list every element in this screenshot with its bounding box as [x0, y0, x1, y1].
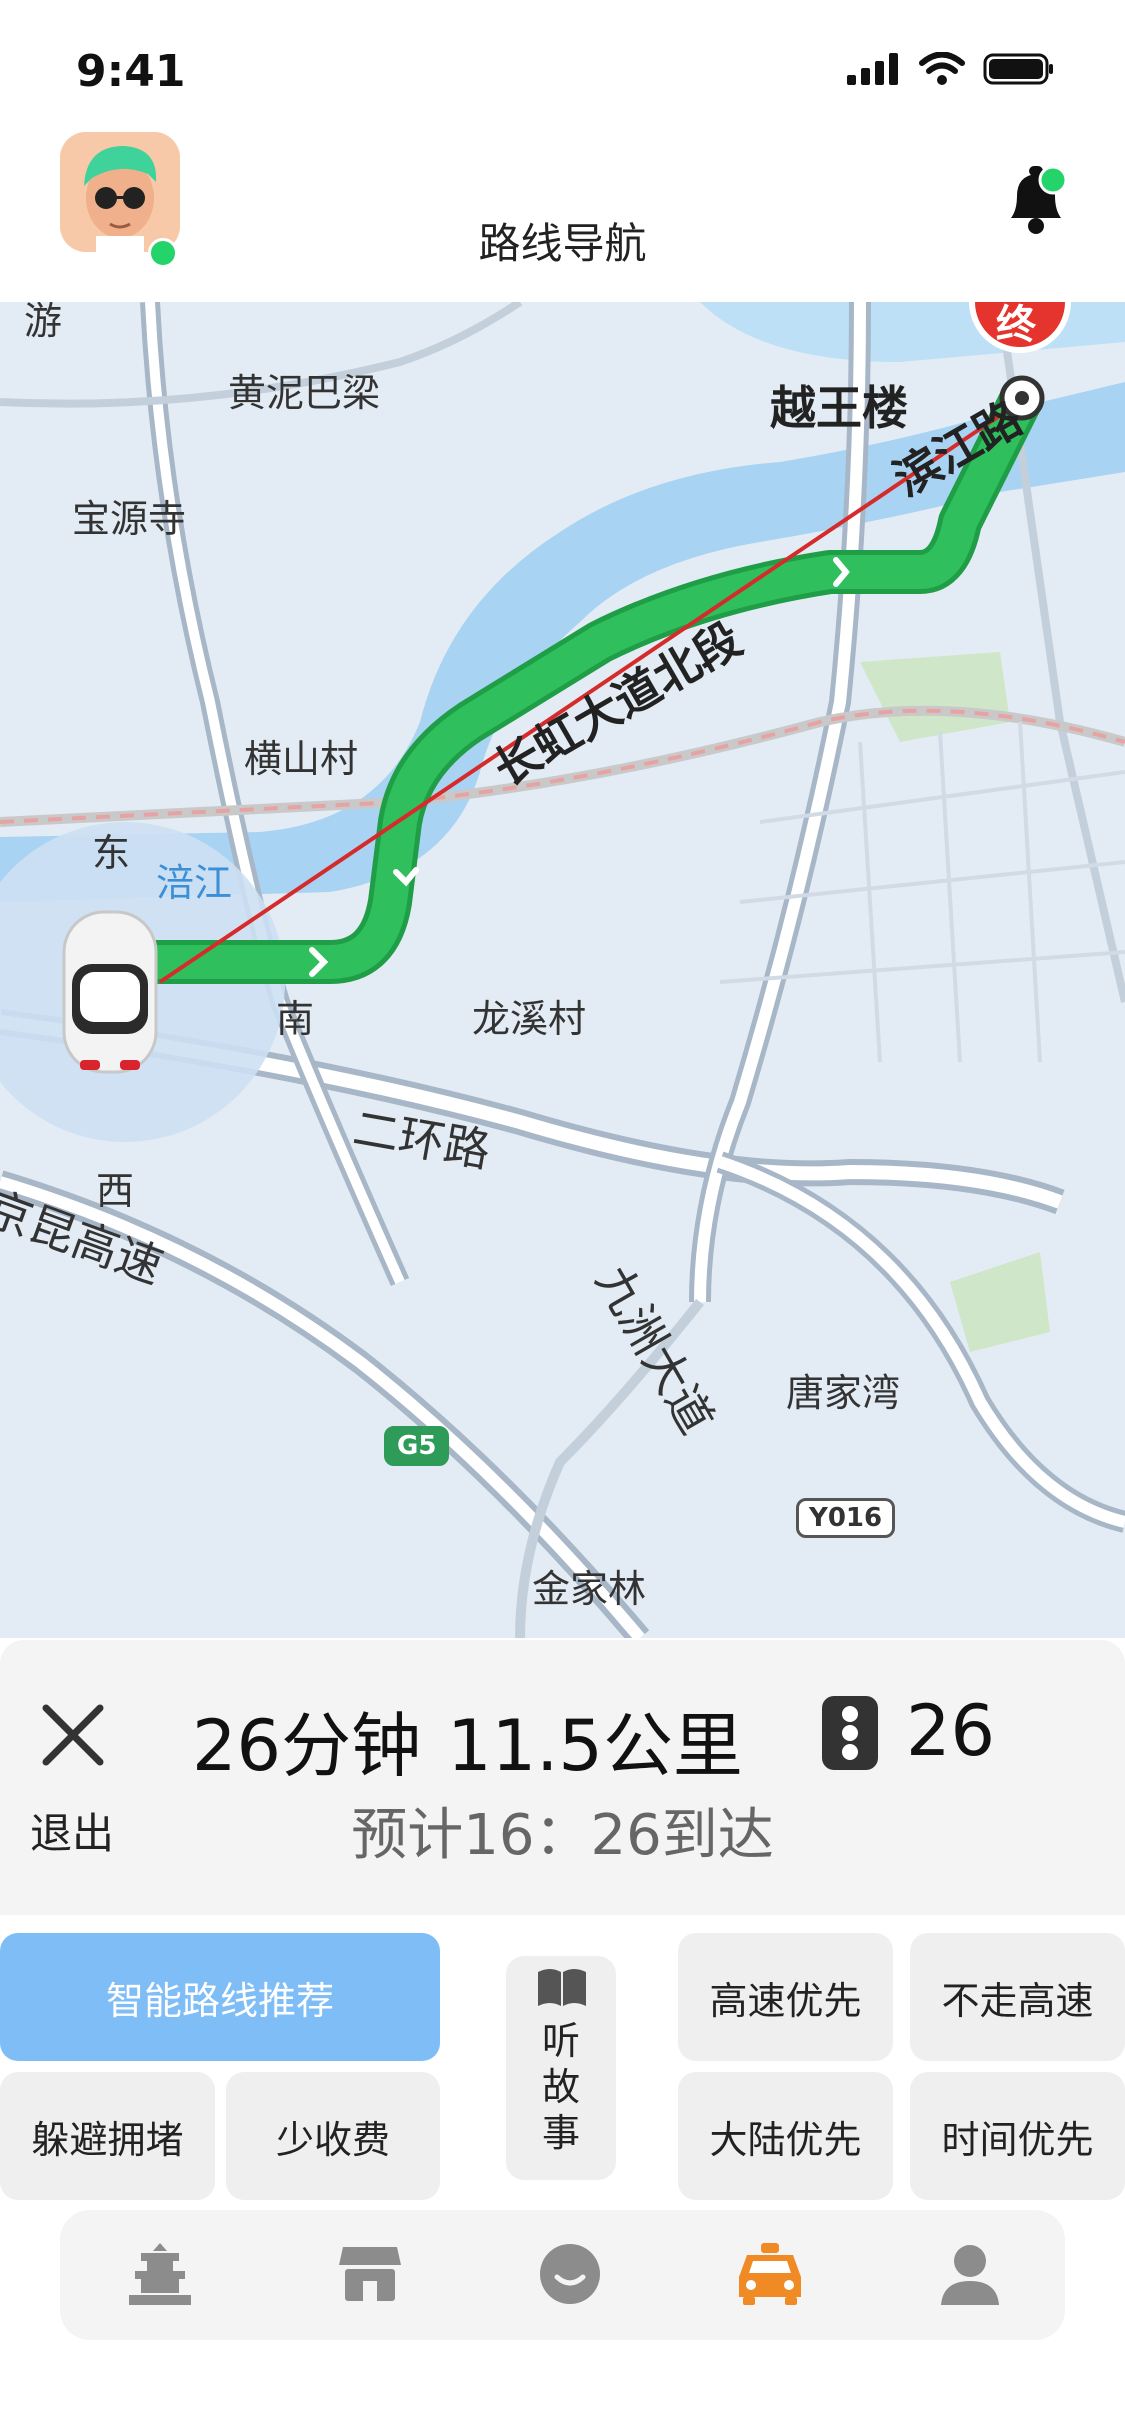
map-label-partial: 游	[24, 302, 63, 343]
map-label-jinjia: 金家林	[532, 1567, 647, 1611]
map-label-yuewang: 越王楼	[770, 381, 908, 435]
option-avoid-congestion[interactable]: 躲避拥堵	[0, 2072, 215, 2200]
map-label-east: 东	[92, 831, 131, 875]
map-label-south: 南	[276, 997, 315, 1041]
battery-icon	[983, 53, 1053, 85]
map-label-fujiang: 涪江	[156, 861, 233, 905]
status-time: 9:41	[76, 46, 186, 97]
option-smart-route[interactable]: 智能路线推荐	[0, 1933, 440, 2061]
smile-icon	[540, 2244, 600, 2304]
map-label-longxi: 龙溪村	[472, 997, 587, 1041]
eta-text: 预计16：26到达	[351, 1803, 774, 1868]
option-highway-first[interactable]: 高速优先	[678, 1933, 893, 2061]
story-label: 听故事	[541, 2019, 580, 2155]
status-icons	[847, 52, 1055, 86]
tab-temple[interactable]	[120, 2234, 200, 2314]
map-label-tangjia: 唐家湾	[786, 1371, 901, 1415]
close-icon	[42, 1704, 104, 1766]
tab-smile[interactable]	[530, 2234, 610, 2314]
book-icon	[538, 1969, 586, 2006]
notification-button[interactable]	[1001, 160, 1071, 240]
route-map[interactable]: 游 黄泥巴梁 宝源寺 越王楼 滨江路 长虹大道北段 横山村 东 涪江 南 龙溪村…	[0, 302, 1125, 1638]
traffic-light-icon	[822, 1696, 878, 1770]
option-time-first[interactable]: 时间优先	[910, 2072, 1125, 2200]
shop-icon	[339, 2247, 401, 2301]
exit-button[interactable]	[36, 1698, 110, 1772]
page-title: 路线导航	[478, 219, 647, 268]
tab-profile[interactable]	[930, 2234, 1010, 2314]
option-less-toll[interactable]: 少收费	[226, 2072, 440, 2200]
bell-icon	[1011, 165, 1068, 234]
map-label-hengshan: 横山村	[244, 737, 359, 781]
destination-marker[interactable]: 终	[996, 302, 1036, 350]
trip-distance: 11.5公里	[447, 1705, 743, 1787]
temple-icon	[129, 2243, 191, 2305]
tab-shop[interactable]	[330, 2234, 410, 2314]
map-label-baoyuan: 宝源寺	[72, 497, 187, 541]
taxi-icon	[739, 2243, 801, 2305]
nav-info-panel: 退出 26分钟 11.5公里 26 预计16：26到达	[0, 1640, 1125, 1915]
road-badge-y016: Y016	[796, 1498, 896, 1538]
traffic-light-count: 26	[906, 1690, 996, 1772]
story-button[interactable]: 听故事	[506, 1956, 616, 2180]
road-badge-g5: G5	[384, 1426, 450, 1466]
option-no-highway[interactable]: 不走高速	[910, 1933, 1125, 2061]
app-header: 路线导航	[0, 120, 1125, 300]
map-label-huangni: 黄泥巴梁	[228, 371, 381, 415]
status-bar: 9:41	[0, 0, 1125, 130]
tab-taxi[interactable]	[730, 2234, 810, 2314]
signal-icon	[847, 53, 898, 85]
trip-duration: 26分钟	[192, 1705, 422, 1787]
option-mainland-first[interactable]: 大陆优先	[678, 2072, 893, 2200]
wifi-icon	[919, 52, 965, 85]
tab-bar	[60, 2210, 1065, 2340]
map-label-west: 西	[96, 1169, 135, 1213]
trip-summary: 26分钟 11.5公里	[192, 1690, 769, 1791]
user-icon	[941, 2245, 999, 2305]
